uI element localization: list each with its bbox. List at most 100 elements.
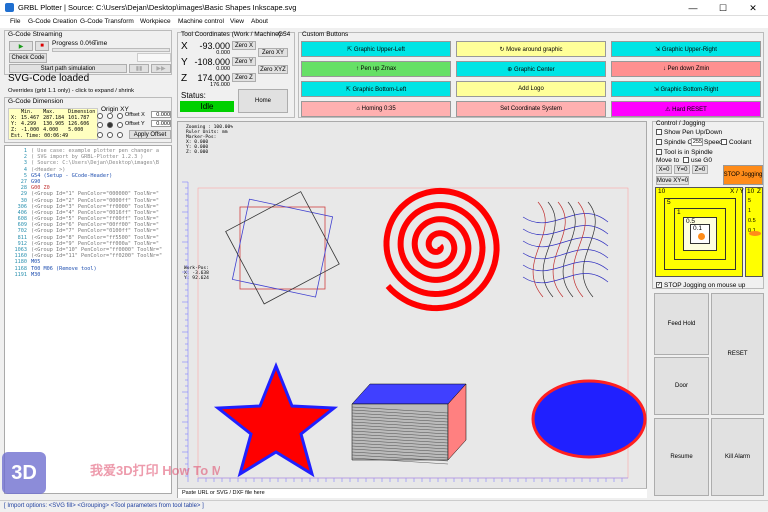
checkbox-box[interactable] bbox=[721, 139, 727, 146]
origin-radio[interactable] bbox=[97, 122, 103, 129]
custom-button[interactable]: ⇱ Graphic Upper-Left bbox=[301, 41, 451, 57]
speed-label: Speed bbox=[704, 139, 723, 146]
xy-pad-label: X / Y bbox=[730, 188, 744, 195]
path-simulation-button[interactable]: Start path simulation bbox=[9, 64, 127, 73]
sim-pause-button[interactable]: ▮▮ bbox=[129, 64, 149, 73]
coolant-checkbox[interactable]: Coolant bbox=[721, 139, 751, 146]
custom-button[interactable]: ⇱ Graphic Bottom-Left bbox=[301, 81, 451, 97]
code-lines: ( Use case: example plotter pen changer … bbox=[31, 148, 163, 278]
stop-icon: ■ bbox=[40, 43, 44, 49]
menu-machine-control[interactable]: Machine control bbox=[178, 18, 224, 25]
show-pen-checkbox[interactable]: Show Pen Up/Down bbox=[656, 129, 722, 136]
checkbox-box[interactable] bbox=[656, 129, 662, 136]
zero-z-button[interactable]: Zero Z bbox=[232, 73, 256, 82]
custom-button[interactable]: ⌂ Homing 0:35 bbox=[301, 101, 451, 117]
reset-button[interactable]: RESET bbox=[711, 293, 764, 415]
spiral-shape bbox=[383, 187, 500, 312]
kill-alarm-button[interactable]: Kill Alarm bbox=[711, 418, 764, 496]
menu-about[interactable]: About bbox=[251, 18, 268, 25]
checkbox-box[interactable] bbox=[656, 139, 662, 146]
close-button[interactable]: ✕ bbox=[738, 0, 768, 16]
z-machine-value: 176.000 bbox=[210, 82, 230, 88]
status-label: Status: bbox=[181, 91, 206, 100]
zero-x-button[interactable]: Zero X bbox=[232, 41, 256, 50]
app-icon bbox=[5, 3, 14, 12]
z-pad-label: Z bbox=[757, 188, 761, 195]
move-y0-button[interactable]: Y=0 bbox=[674, 165, 690, 174]
progress-bar bbox=[52, 48, 170, 52]
jogging-group-label: Control / Jogging bbox=[656, 120, 706, 127]
gcode-editor[interactable]: 1 2 3 4 5 27 28 29 30 306 406 608 609 702 811 912 1063 11… bbox=[4, 145, 172, 494]
door-button[interactable]: Door bbox=[654, 357, 709, 415]
origin-radio[interactable] bbox=[107, 113, 113, 119]
custom-button[interactable]: ↓ Pen down Zmin bbox=[611, 61, 761, 77]
window-title: GRBL Plotter | Source: C:\Users\Dejan\De… bbox=[18, 3, 297, 12]
maximize-button[interactable]: ☐ bbox=[708, 0, 738, 16]
menu-bar: File G-Code Creation G-Code Transform Wo… bbox=[0, 16, 768, 28]
menu-gcode-transform[interactable]: G-Code Transform bbox=[80, 18, 134, 25]
wave-line bbox=[522, 261, 609, 272]
custom-button[interactable]: ⚠ Hard RESET bbox=[611, 101, 761, 117]
sim-step-button[interactable]: ▶▶ bbox=[151, 64, 171, 73]
tool-in-spindle-checkbox[interactable]: Tool is in Spindle bbox=[656, 149, 713, 156]
coordinates-group-label: Tool Coordinates (Work / Machine) bbox=[181, 31, 281, 38]
origin-radio[interactable] bbox=[97, 113, 103, 119]
offset-x-input[interactable]: 0.000 bbox=[151, 111, 171, 118]
z-jog-pad[interactable]: 10 Z 5 1 0.5 0.1 bbox=[745, 187, 763, 277]
zero-y-button[interactable]: Zero Y bbox=[232, 57, 256, 66]
origin-radio[interactable] bbox=[97, 131, 103, 138]
offset-x-label: Offset X bbox=[125, 112, 145, 118]
move-z0-button[interactable]: Z=0 bbox=[692, 165, 708, 174]
origin-radio-selected[interactable] bbox=[107, 122, 113, 129]
menu-workpiece[interactable]: Workpiece bbox=[140, 18, 171, 25]
xy-jog-pad[interactable]: 10 X / Y 5 1 0.5 0.1 bbox=[655, 187, 744, 277]
custom-button[interactable]: Add Logo bbox=[456, 81, 606, 97]
origin-radio[interactable] bbox=[107, 131, 113, 138]
minimize-button[interactable]: — bbox=[678, 0, 708, 16]
checkbox-checked[interactable]: ✓ bbox=[656, 282, 662, 289]
custom-button[interactable]: ↻ Move around graphic bbox=[456, 41, 606, 57]
origin-radio[interactable] bbox=[117, 113, 123, 119]
speed-input[interactable]: 255 bbox=[691, 138, 703, 146]
zero-xy-button[interactable]: Zero XY bbox=[258, 48, 288, 57]
offset-y-input[interactable]: 0.000 bbox=[151, 120, 171, 127]
x-machine-value: 0.000 bbox=[216, 50, 230, 56]
checkbox-box[interactable] bbox=[656, 149, 662, 156]
resume-button[interactable]: Resume bbox=[654, 418, 709, 496]
move-x0-button[interactable]: X=0 bbox=[656, 165, 672, 174]
sim-speed-slider[interactable] bbox=[137, 53, 171, 62]
origin-radio[interactable] bbox=[117, 131, 123, 138]
feed-hold-button[interactable]: Feed Hold bbox=[654, 293, 709, 355]
use-g0-checkbox[interactable]: use G0 bbox=[683, 157, 712, 164]
zero-xyz-button[interactable]: Zero XYZ bbox=[258, 65, 288, 74]
custom-button[interactable]: ↑ Pen up Zmax bbox=[301, 61, 451, 77]
play-button[interactable]: ▶ bbox=[9, 41, 33, 51]
graphics-canvas[interactable]: Zooming : 100.00% Ruler Units: mm Marker-P… bbox=[177, 121, 647, 498]
stop-on-mouse-up-checkbox[interactable]: ✓ STOP Jogging on mouse up bbox=[656, 282, 745, 289]
offset-y-label: Offset Y bbox=[125, 121, 145, 127]
stop-jogging-button[interactable]: STOP Jogging bbox=[723, 165, 763, 185]
check-code-button[interactable]: Check Code bbox=[9, 53, 47, 63]
home-button[interactable]: Home bbox=[238, 89, 288, 113]
title-bar: GRBL Plotter | Source: C:\Users\Dejan\De… bbox=[0, 0, 768, 16]
custom-button[interactable]: ⇲ Graphic Upper-Right bbox=[611, 41, 761, 57]
origin-radio[interactable] bbox=[117, 122, 123, 129]
custom-button[interactable]: Set Coordinate System bbox=[456, 101, 606, 117]
checkbox-box[interactable] bbox=[683, 157, 689, 164]
custom-button[interactable]: ⊕ Graphic Center bbox=[456, 61, 606, 77]
x-axis-label: X bbox=[181, 41, 188, 52]
stop-button[interactable]: ■ bbox=[35, 41, 49, 51]
file-url-input[interactable]: Paste URL or SVG / DXF file here bbox=[178, 488, 647, 498]
menu-gcode-creation[interactable]: G-Code Creation bbox=[28, 18, 77, 25]
star-shape bbox=[213, 361, 339, 478]
overrides-toggle[interactable]: Overrides (grbl 1.1 only) - click to exp… bbox=[8, 88, 134, 94]
wavy-lines-shape bbox=[522, 201, 609, 298]
menu-file[interactable]: File bbox=[10, 18, 20, 25]
dimension-group-label: G-Code Dimension bbox=[8, 98, 64, 105]
apply-offset-button[interactable]: Apply Offset bbox=[129, 130, 171, 139]
menu-view[interactable]: View bbox=[230, 18, 244, 25]
jog-ring[interactable]: 0.1 bbox=[690, 224, 710, 244]
watermark-text: 我爱3D打印 How To MECHATRONICS 52SB 3dprinti… bbox=[90, 463, 220, 478]
move-xy0-button[interactable]: Move XY=0 bbox=[656, 176, 689, 185]
custom-button[interactable]: ⇲ Graphic Bottom-Right bbox=[611, 81, 761, 97]
